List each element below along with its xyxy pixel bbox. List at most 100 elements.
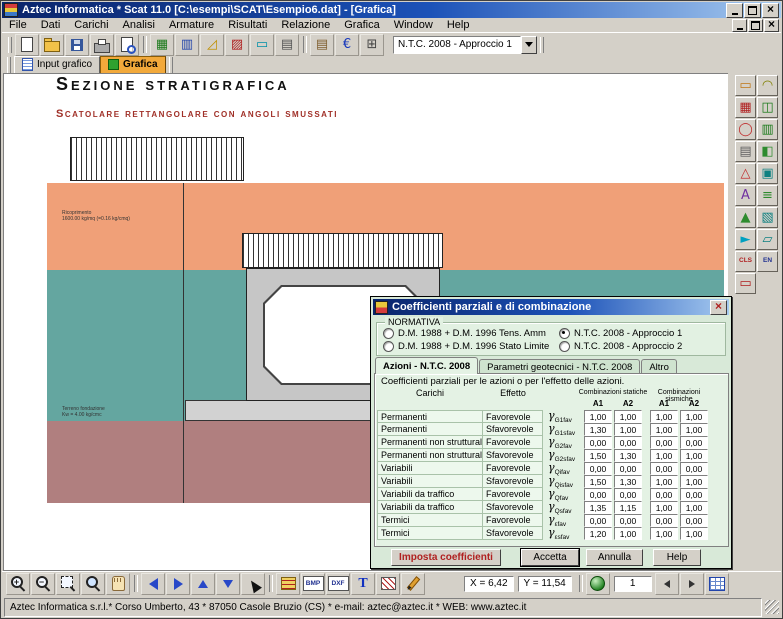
report-button[interactable]: ▤	[310, 34, 334, 56]
chevron-down-icon[interactable]	[521, 36, 537, 54]
rect-section-tool-button[interactable]: ▭	[735, 75, 756, 96]
new-file-button[interactable]	[15, 34, 39, 56]
normativa-option[interactable]: N.T.C. 2008 - Approccio 1	[559, 327, 723, 340]
layers-button[interactable]	[276, 573, 300, 595]
zoom-all-button[interactable]	[81, 573, 105, 595]
coeff-input-st_a2[interactable]: 1,15	[614, 501, 642, 514]
coeff-input-si_a1[interactable]: 1,00	[650, 410, 678, 423]
measure-button[interactable]: ◿	[200, 34, 224, 56]
menu-item-file[interactable]: File	[2, 18, 34, 32]
raise-tool-button[interactable]: ▲	[735, 207, 756, 228]
menu-item-armature[interactable]: Armature	[162, 18, 221, 32]
zoom-window-button[interactable]	[56, 573, 80, 595]
annulla-button[interactable]: Annulla	[586, 549, 643, 566]
coeff-input-si_a1[interactable]: 1,00	[650, 501, 678, 514]
minimize-button[interactable]	[726, 3, 743, 18]
zoom-in-button[interactable]: +	[6, 573, 30, 595]
zoom-out-button[interactable]: −	[31, 573, 55, 595]
tabrow-grip-2[interactable]	[169, 57, 173, 73]
open-file-button[interactable]	[40, 34, 64, 56]
dialog-close-button[interactable]	[710, 300, 727, 315]
coeff-input-st_a2[interactable]: 0,00	[614, 514, 642, 527]
coeff-input-si_a2[interactable]: 0,00	[680, 514, 708, 527]
compute-button[interactable]: ⊞	[360, 34, 384, 56]
coeff-input-st_a2[interactable]: 1,00	[614, 423, 642, 436]
coeff-input-si_a1[interactable]: 1,00	[650, 527, 678, 540]
hatch-button[interactable]: ▨	[225, 34, 249, 56]
scroll-down-button[interactable]	[216, 573, 240, 595]
coeff-input-st_a1[interactable]: 1,20	[584, 527, 612, 540]
coeff-input-st_a1[interactable]: 0,00	[584, 488, 612, 501]
normativa-option[interactable]: N.T.C. 2008 - Approccio 2	[559, 340, 723, 353]
menu-item-analisi[interactable]: Analisi	[116, 18, 162, 32]
coeff-input-st_a2[interactable]: 0,00	[614, 488, 642, 501]
coeff-input-st_a1[interactable]: 0,00	[584, 462, 612, 475]
dialog-tab-parametri-geotecnici-n-t-c-2008[interactable]: Parametri geotecnici - N.T.C. 2008	[479, 359, 640, 374]
tabrow-grip[interactable]	[7, 57, 11, 73]
title-bar[interactable]: Aztec Informatica * Scat 11.0 [C:\esempi…	[2, 2, 781, 18]
coeff-input-st_a1[interactable]: 0,00	[584, 514, 612, 527]
print-preview-button[interactable]	[115, 34, 139, 56]
prev-view-button[interactable]	[141, 573, 165, 595]
normativa-combo-value[interactable]: N.T.C. 2008 - Approccio 1	[393, 36, 521, 54]
en-standards-button[interactable]: EN	[757, 251, 778, 272]
menu-item-dati[interactable]: Dati	[34, 18, 68, 32]
mdi-close-button[interactable]	[764, 19, 779, 32]
accetta-button[interactable]: Accetta	[521, 549, 579, 566]
coeff-input-si_a1[interactable]: 0,00	[650, 488, 678, 501]
tab-grafica[interactable]: Grafica	[100, 56, 165, 74]
pan-button[interactable]	[106, 573, 130, 595]
coeff-input-st_a1[interactable]: 1,30	[584, 423, 612, 436]
coeff-input-st_a2[interactable]: 1,30	[614, 449, 642, 462]
hatch-style-button[interactable]	[376, 573, 400, 595]
ellipse-tool-button[interactable]: ◯	[735, 119, 756, 140]
menu-item-window[interactable]: Window	[387, 18, 440, 32]
tab-input-grafico[interactable]: Input grafico	[14, 56, 100, 74]
normativa-combobox[interactable]: N.T.C. 2008 - Approccio 1	[393, 36, 537, 54]
scroll-up-button[interactable]	[191, 573, 215, 595]
dialog-tab-altro[interactable]: Altro	[641, 359, 677, 374]
dialog-tab-azioni-n-t-c-2008[interactable]: Azioni - N.T.C. 2008	[375, 357, 478, 374]
prev-page-button[interactable]	[655, 573, 679, 595]
dialog-title-bar[interactable]: Coefficienti parziali e di combinazione	[373, 299, 729, 315]
menu-item-help[interactable]: Help	[440, 18, 477, 32]
ruler-button[interactable]: ▭	[250, 34, 274, 56]
coeff-input-si_a2[interactable]: 1,00	[680, 423, 708, 436]
panel-tool-button[interactable]: ▧	[757, 207, 778, 228]
help-button[interactable]: Help	[653, 549, 701, 566]
wall-tool-button[interactable]: ◧	[757, 141, 778, 162]
coeff-input-st_a1[interactable]: 1,50	[584, 475, 612, 488]
export-bmp-button[interactable]: BMP	[301, 573, 325, 595]
coeff-input-st_a1[interactable]: 1,00	[584, 410, 612, 423]
mdi-restore-button[interactable]	[748, 19, 763, 32]
coeff-input-si_a2[interactable]: 0,00	[680, 436, 708, 449]
pier-tool-button[interactable]: ▱	[757, 229, 778, 250]
slab-tool-button[interactable]: ▥	[757, 119, 778, 140]
menu-item-carichi[interactable]: Carichi	[67, 18, 115, 32]
insert-text-button[interactable]: T	[351, 573, 375, 595]
frame-tool-button[interactable]: ▣	[757, 163, 778, 184]
coeff-input-si_a1[interactable]: 1,00	[650, 449, 678, 462]
portal-tool-button[interactable]: ◫	[757, 97, 778, 118]
text-tool-button[interactable]: A	[735, 185, 756, 206]
coeff-input-st_a1[interactable]: 1,50	[584, 449, 612, 462]
maximize-button[interactable]	[744, 3, 761, 18]
print-button[interactable]	[90, 34, 114, 56]
coeff-input-si_a2[interactable]: 1,00	[680, 449, 708, 462]
data-table-button[interactable]: ▦	[150, 34, 174, 56]
close-button[interactable]	[762, 3, 779, 18]
imposta-coefficienti-button[interactable]: Imposta coefficienti	[391, 549, 501, 566]
mdi-minimize-button[interactable]	[732, 19, 747, 32]
select-cursor-button[interactable]	[241, 573, 265, 595]
pencil-button[interactable]	[401, 573, 425, 595]
coeff-input-si_a1[interactable]: 0,00	[650, 436, 678, 449]
toolbar-grip[interactable]	[8, 37, 12, 53]
next-view-button[interactable]	[166, 573, 190, 595]
toolbar-grip-2[interactable]	[540, 37, 544, 53]
coeff-input-si_a2[interactable]: 1,00	[680, 501, 708, 514]
coeff-input-si_a2[interactable]: 1,00	[680, 527, 708, 540]
osnap-button[interactable]	[586, 573, 610, 595]
menu-item-relazione[interactable]: Relazione	[274, 18, 337, 32]
normativa-option[interactable]: D.M. 1988 + D.M. 1996 Tens. Amm	[383, 327, 559, 340]
coeff-input-st_a2[interactable]: 1,30	[614, 475, 642, 488]
